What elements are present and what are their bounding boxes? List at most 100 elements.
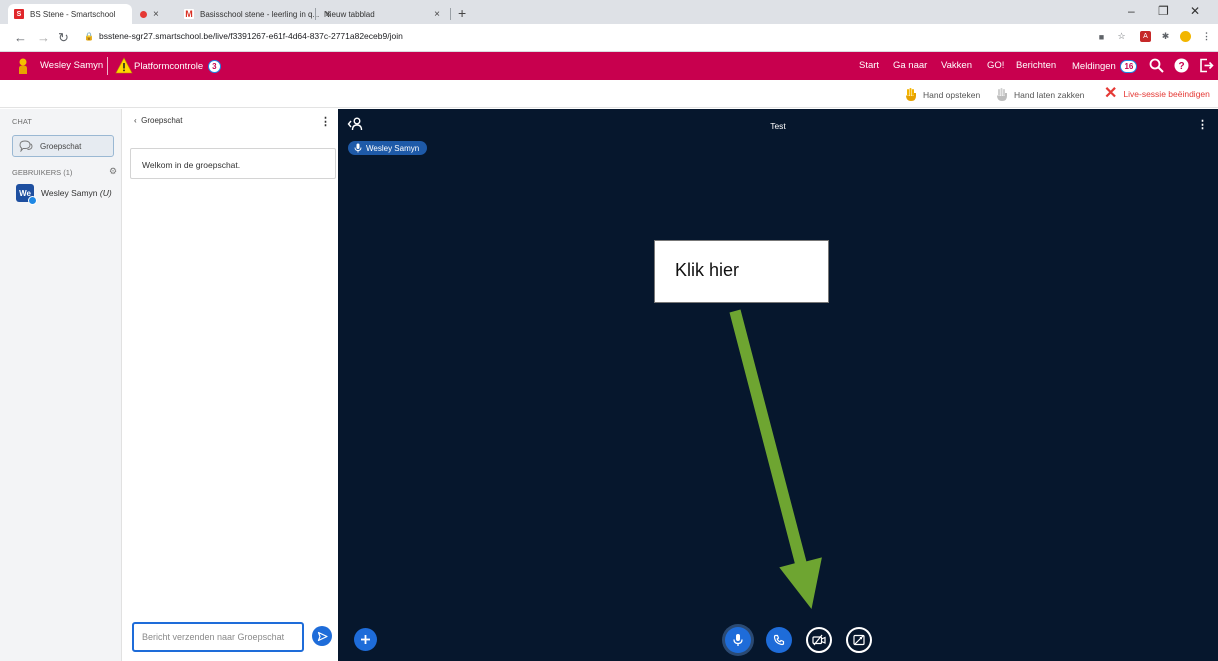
session-title: Test bbox=[770, 121, 786, 131]
live-session-actions: Hand opsteken Hand laten zakken ✕ Live-s… bbox=[0, 80, 1218, 108]
nav-meldingen-label: Meldingen bbox=[1072, 61, 1116, 73]
svg-text:?: ? bbox=[1178, 61, 1184, 72]
gmail-favicon-icon: M bbox=[184, 9, 194, 19]
chat-title: Groepschat bbox=[141, 116, 183, 125]
nav-start[interactable]: Start bbox=[859, 60, 879, 71]
microphone-status-icon bbox=[28, 196, 37, 205]
back-arrow-icon[interactable]: ← bbox=[14, 30, 27, 45]
header-divider bbox=[107, 57, 108, 75]
chat-back-link[interactable]: ‹ Groepschat bbox=[134, 116, 182, 125]
chat-panel: ‹ Groepschat ⋮ Welkom in de groepschat. bbox=[122, 109, 338, 661]
phone-audio-button[interactable] bbox=[766, 627, 792, 653]
header-user-name[interactable]: Wesley Samyn bbox=[40, 60, 103, 71]
chat-bubble-icon bbox=[19, 140, 33, 152]
smartschool-favicon-icon: S bbox=[14, 9, 24, 19]
microphone-icon bbox=[354, 143, 362, 153]
window-close-button[interactable]: ✕ bbox=[1190, 4, 1200, 18]
notifications-badge: 16 bbox=[1120, 60, 1138, 73]
tab-live-session[interactable]: × bbox=[134, 4, 174, 24]
tab-separator bbox=[450, 8, 451, 20]
reload-icon[interactable]: ↻ bbox=[58, 30, 69, 46]
new-tab-button[interactable]: + bbox=[458, 5, 466, 21]
lock-icon: 🔒 bbox=[84, 32, 94, 41]
group-chat-button[interactable]: Groepschat bbox=[12, 135, 114, 157]
nav-go[interactable]: GO! bbox=[987, 60, 1004, 71]
pdf-extension-icon[interactable]: A bbox=[1140, 31, 1151, 42]
microphone-toggle-button[interactable] bbox=[725, 627, 751, 653]
warning-icon[interactable] bbox=[115, 57, 133, 74]
avatar: We bbox=[16, 184, 37, 205]
chat-options-icon[interactable]: ⋮ bbox=[320, 115, 331, 128]
browser-address-bar: ← → ↻ 🔒 bsstene-sgr27.smartschool.be/live… bbox=[0, 24, 1218, 52]
session-options-icon[interactable]: ⋮ bbox=[1197, 118, 1208, 131]
logout-icon[interactable] bbox=[1199, 58, 1214, 73]
url-field[interactable]: 🔒 bsstene-sgr27.smartschool.be/live/f3391… bbox=[84, 31, 403, 41]
group-chat-label: Groepschat bbox=[40, 141, 82, 151]
end-session-label: Live-sessie beëindigen bbox=[1123, 89, 1210, 99]
chat-message-input[interactable] bbox=[132, 622, 304, 652]
camera-permission-icon[interactable]: ■ bbox=[1096, 31, 1107, 42]
users-section-header: GEBRUIKERS (1) bbox=[12, 168, 73, 177]
user-name: Wesley Samyn bbox=[41, 188, 98, 198]
talking-indicator: Wesley Samyn bbox=[348, 141, 428, 155]
talking-user-name: Wesley Samyn bbox=[366, 143, 420, 153]
tab-title: Nieuw tabblad bbox=[324, 9, 375, 19]
minimize-button[interactable]: – bbox=[1128, 4, 1135, 18]
plus-icon bbox=[361, 635, 370, 644]
smartschool-header: Wesley Samyn Platformcontrole 3 Start Ga… bbox=[0, 52, 1218, 80]
user-avatar-icon[interactable] bbox=[18, 58, 28, 74]
close-x-icon: ✕ bbox=[1104, 85, 1118, 102]
chevron-left-icon: ‹ bbox=[134, 116, 137, 125]
nav-vakken[interactable]: Vakken bbox=[941, 60, 972, 71]
search-icon[interactable] bbox=[1149, 58, 1164, 73]
presentation-area: Test ⋮ Wesley Samyn Klik hier bbox=[338, 109, 1218, 661]
instruction-arrow bbox=[729, 309, 822, 609]
camera-off-icon bbox=[812, 634, 826, 646]
actions-plus-button[interactable] bbox=[354, 628, 377, 651]
user-self-indicator: (U) bbox=[99, 188, 112, 198]
tab-title: Basisschool stene - leerling in q... bbox=[200, 9, 320, 19]
tab-close-icon[interactable]: × bbox=[153, 9, 159, 20]
browser-tab-bar: S BS Stene - Smartschool × M Basisschool… bbox=[0, 0, 1218, 24]
lower-hand-icon bbox=[997, 88, 1007, 101]
welcome-message: Welkom in de groepschat. bbox=[130, 148, 336, 179]
nav-berichten[interactable]: Berichten bbox=[1016, 60, 1056, 71]
nav-meldingen[interactable]: Meldingen 16 bbox=[1072, 60, 1138, 73]
platform-control-link[interactable]: Platformcontrole 3 bbox=[134, 60, 221, 73]
lower-hand-button[interactable]: Hand laten zakken bbox=[996, 88, 1084, 102]
send-message-button[interactable] bbox=[312, 626, 332, 646]
screen-share-off-icon bbox=[853, 634, 865, 646]
tab-title: BS Stene - Smartschool bbox=[30, 9, 116, 19]
tab-smartschool[interactable]: S BS Stene - Smartschool bbox=[8, 4, 132, 24]
tab-new-tab[interactable]: Nieuw tabblad × bbox=[318, 4, 446, 24]
raise-hand-label: Hand opsteken bbox=[923, 90, 981, 100]
user-list-item[interactable]: We Wesley Samyn (U) bbox=[16, 184, 112, 205]
tab-gmail[interactable]: M Basisschool stene - leerling in q... × bbox=[178, 4, 331, 24]
tab-close-icon[interactable]: × bbox=[428, 9, 440, 20]
raise-hand-icon bbox=[906, 88, 916, 101]
camera-share-button[interactable] bbox=[806, 627, 832, 653]
gear-icon[interactable]: ⚙ bbox=[109, 166, 117, 177]
browser-menu-icon[interactable]: ⋮ bbox=[1201, 31, 1212, 42]
bookmark-star-icon[interactable]: ☆ bbox=[1116, 31, 1127, 42]
platform-control-badge: 3 bbox=[207, 60, 221, 73]
chat-section-header: CHAT bbox=[12, 117, 32, 126]
url-text: bsstene-sgr27.smartschool.be/live/f33912… bbox=[98, 31, 403, 41]
profile-avatar-icon[interactable] bbox=[1180, 31, 1191, 42]
raise-hand-button[interactable]: Hand opsteken bbox=[905, 88, 980, 102]
screen-share-button[interactable] bbox=[846, 627, 872, 653]
phone-icon bbox=[773, 634, 785, 646]
send-icon bbox=[317, 631, 328, 641]
user-list-panel: CHAT Groepschat GEBRUIKERS (1) ⚙ We Wesl… bbox=[0, 109, 122, 661]
help-icon[interactable]: ? bbox=[1174, 58, 1189, 73]
maximize-button[interactable]: ❐ bbox=[1158, 4, 1169, 18]
lower-hand-label: Hand laten zakken bbox=[1014, 90, 1085, 100]
platform-control-label: Platformcontrole bbox=[134, 61, 204, 73]
nav-ga-naar[interactable]: Ga naar bbox=[893, 60, 927, 71]
extensions-puzzle-icon[interactable]: ✱ bbox=[1160, 31, 1171, 42]
end-session-button[interactable]: ✕ Live-sessie beëindigen bbox=[1104, 85, 1210, 102]
instruction-callout: Klik hier bbox=[654, 240, 829, 303]
forward-arrow-icon[interactable]: → bbox=[37, 30, 50, 45]
recording-dot-icon bbox=[140, 10, 147, 18]
microphone-icon bbox=[733, 634, 743, 646]
